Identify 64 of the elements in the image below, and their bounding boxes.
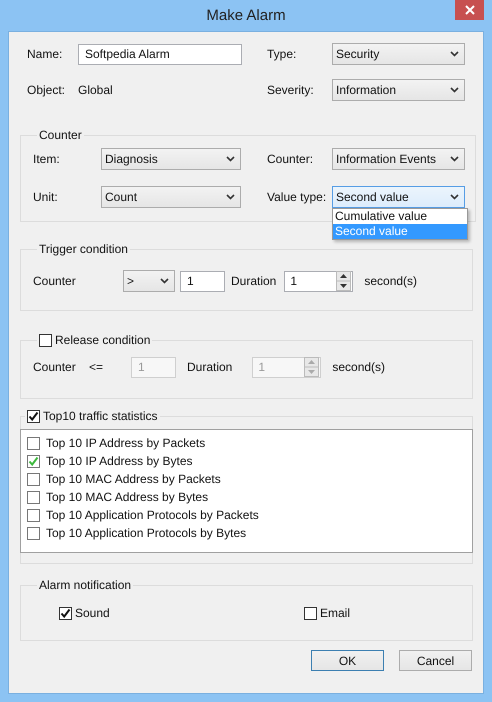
dropdown[interactable]: Information Events [332,148,465,170]
checkbox[interactable] [27,490,40,504]
chevron-icon [450,51,459,57]
field-label: Counter [33,360,77,374]
chevron-icon [226,156,235,162]
dropdown[interactable]: Information [332,79,465,101]
threshold-field[interactable]: 1 [180,270,225,292]
checkbox-label: Sound [75,606,110,620]
spin-arrows-icon [304,357,320,377]
field-label: Severity: [267,83,315,97]
checkbox[interactable] [39,334,52,346]
checkbox[interactable] [59,606,72,620]
operator-label: <= [89,360,104,374]
group-title: Alarm notification [39,578,132,592]
field-label: Counter: [267,152,314,166]
checkbox-label: Top10 traffic statistics [43,409,158,423]
dropdown[interactable]: > [123,270,175,292]
field-label: Item: [33,152,61,166]
spin-arrows-icon [336,271,352,291]
dropdown[interactable]: Diagnosis [101,148,241,170]
spin-field[interactable]: 1 [284,270,354,292]
checkbox[interactable] [27,508,40,522]
field-value: Global [78,83,114,97]
dropdown-option[interactable]: Cumulative value [333,209,467,224]
field-label: Counter [33,274,77,288]
unit-label: second(s) [332,360,386,374]
dropdown[interactable]: Second value [332,186,465,208]
field-label: Duration [187,360,232,374]
field-label: Type: [267,47,298,61]
field-label: Object: [27,83,66,97]
group-title: Counter [39,128,82,142]
window-title: Make Alarm [206,7,286,24]
field-label: Unit: [33,190,59,204]
checkbox-label: Top 10 Application Protocols by Packets [46,508,259,522]
chevron-icon [450,156,459,162]
checkbox[interactable] [27,410,40,422]
dialog-button[interactable]: Cancel [399,650,472,671]
checkbox-label: Top 10 MAC Address by Packets [46,472,221,486]
checkbox[interactable] [27,472,40,486]
chevron-icon [450,87,459,93]
chevron-icon [450,194,459,200]
checkbox-label: Top 10 MAC Address by Bytes [46,490,208,504]
group-title: Trigger condition [39,242,128,256]
checkbox-label: Top 10 Application Protocols by Bytes [46,526,246,540]
chevron-icon [226,194,235,200]
field-label: Duration [231,274,276,288]
unit-label: second(s) [364,274,418,288]
checkbox-label: Top 10 IP Address by Packets [46,436,206,450]
checkbox-label: Release condition [55,333,150,347]
field-label: Name: [27,47,64,61]
dropdown[interactable]: Count [101,186,241,208]
close-button[interactable] [455,0,484,20]
checkbox[interactable] [27,454,40,468]
checkbox[interactable] [27,436,40,450]
checkbox-label: Top 10 IP Address by Bytes [46,454,193,468]
dialog-button[interactable]: OK [311,650,384,671]
close-icon [464,5,474,15]
field-label: Value type: [267,190,328,204]
checkbox[interactable] [304,606,317,620]
chevron-icon [160,278,169,284]
checkbox-label: Email [320,606,350,620]
checkbox[interactable] [27,526,40,540]
dropdown[interactable]: Security [332,43,465,65]
name-field[interactable]: Softpedia Alarm [78,44,242,64]
